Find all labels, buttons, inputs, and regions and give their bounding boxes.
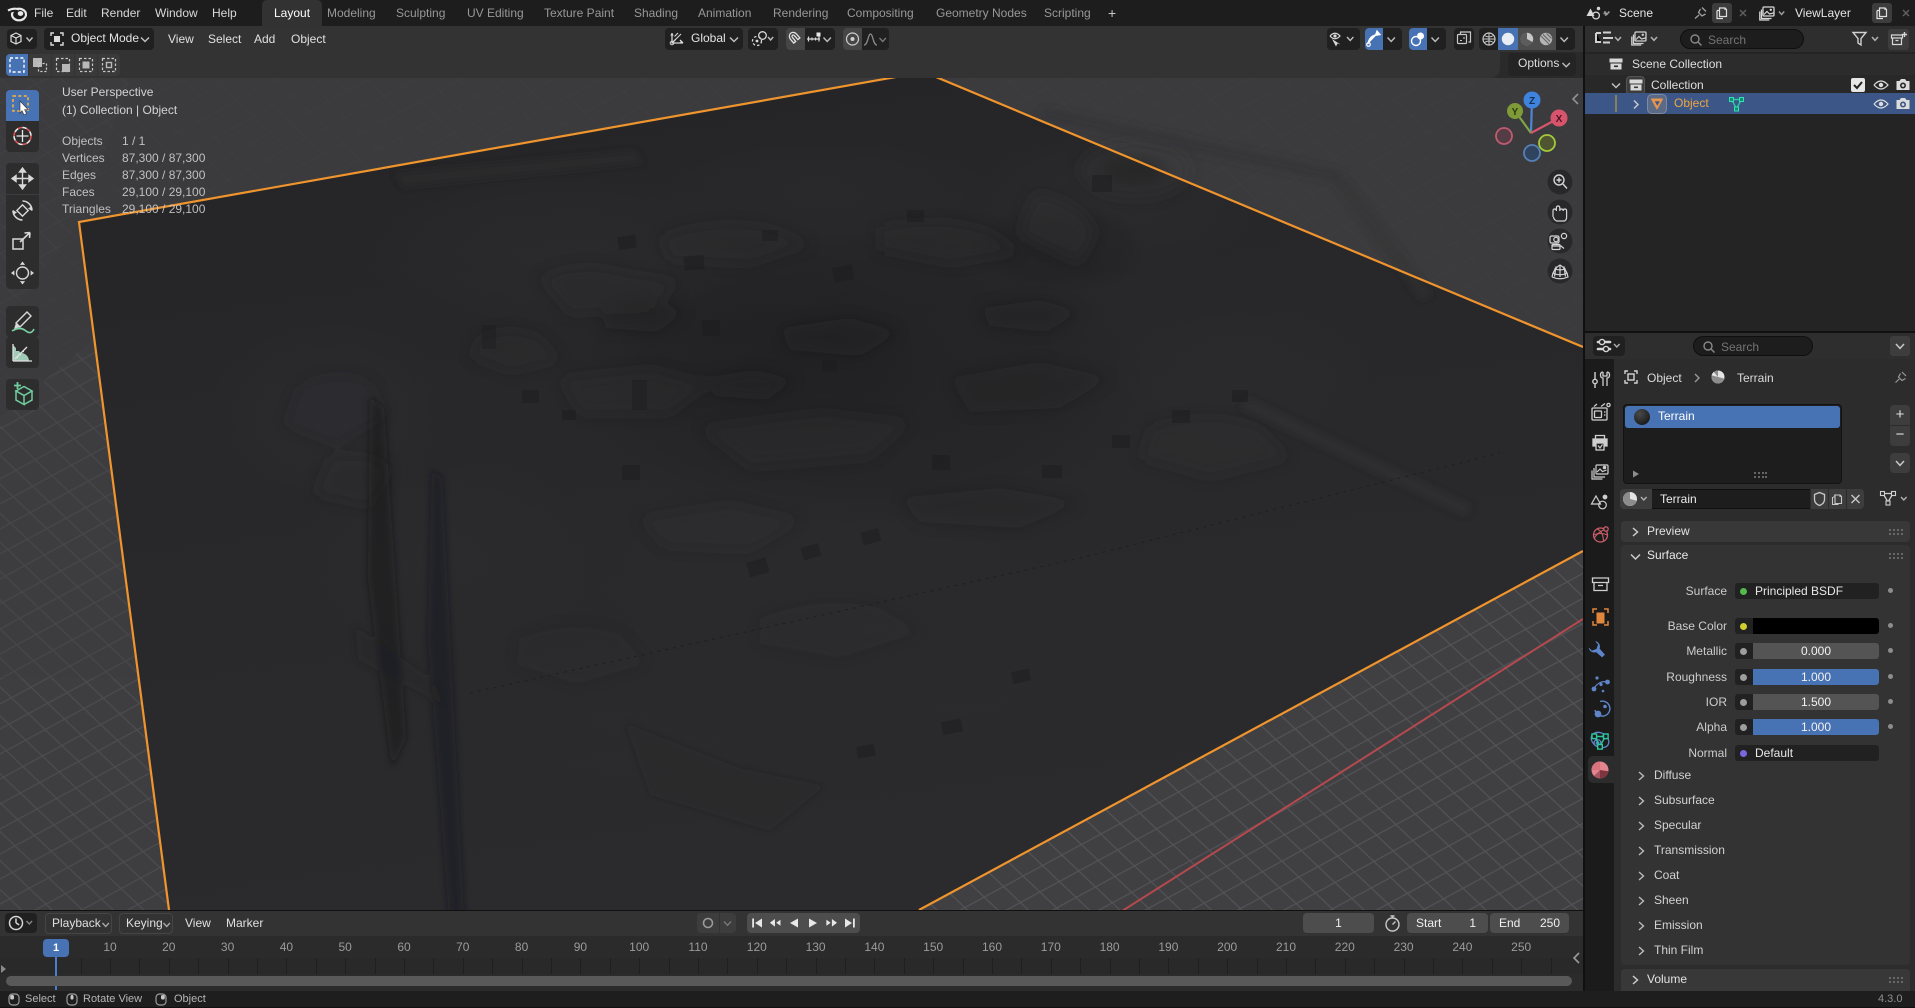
- svg-text:X: X: [1556, 114, 1563, 125]
- svg-text:Z: Z: [1529, 96, 1535, 107]
- svg-text:Y: Y: [1512, 107, 1519, 118]
